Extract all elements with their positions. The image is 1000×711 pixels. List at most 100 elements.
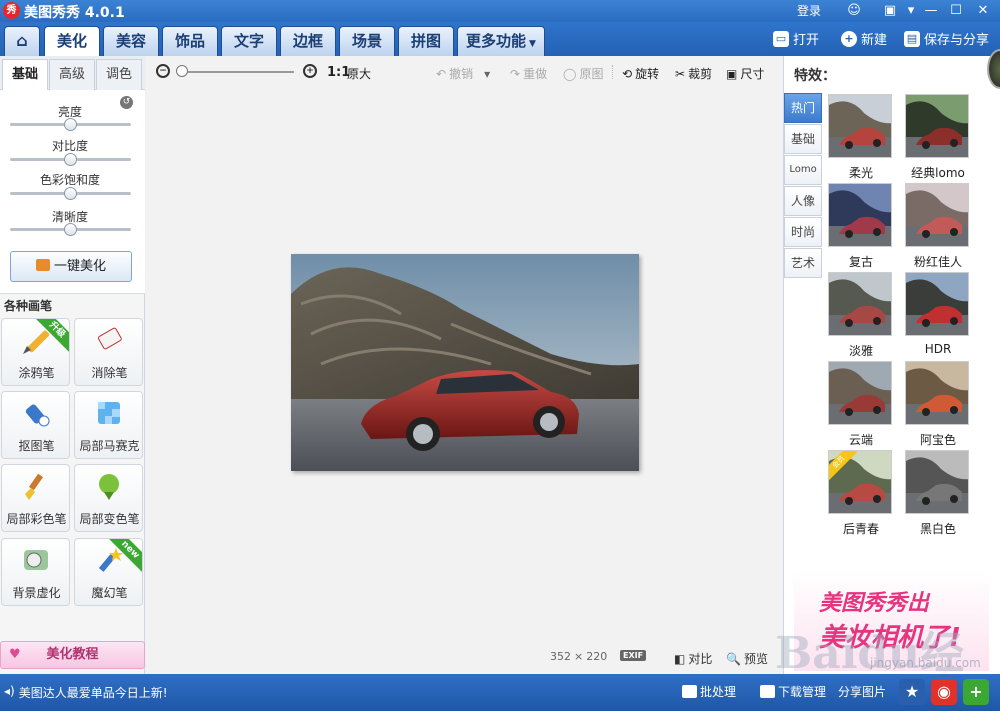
edited-photo[interactable] bbox=[291, 254, 639, 471]
tab-frame[interactable]: 边框 bbox=[280, 26, 336, 56]
brush-mosaic-label: 局部马赛克 bbox=[79, 439, 140, 453]
crop-button[interactable]: ✂ 裁剪 bbox=[675, 65, 712, 82]
login-link[interactable]: 登录 bbox=[797, 2, 821, 19]
brush-eraser[interactable]: 消除笔 bbox=[74, 318, 143, 386]
brightness-knob[interactable] bbox=[63, 118, 77, 131]
feedback-icon[interactable]: ☺ bbox=[845, 2, 863, 20]
effect-item[interactable]: 阿宝色 bbox=[905, 361, 971, 447]
share-image-button[interactable]: 分享图片 bbox=[838, 683, 886, 700]
menu-icon[interactable]: ▣ bbox=[881, 2, 899, 20]
new-button[interactable]: + 新建 bbox=[841, 29, 887, 48]
effect-thumbnail[interactable] bbox=[905, 272, 969, 336]
times-sign: × bbox=[574, 650, 584, 663]
one-key-beautify-button[interactable]: 一键美化 bbox=[10, 251, 132, 282]
add-icon[interactable]: + bbox=[963, 679, 989, 705]
subtab-advanced[interactable]: 高级 bbox=[49, 59, 95, 90]
contrast-knob[interactable] bbox=[63, 153, 77, 166]
beautify-tutorial-button[interactable]: ♥ 美化教程 bbox=[0, 641, 145, 669]
brush-cutout[interactable]: 抠图笔 bbox=[1, 391, 70, 459]
effect-thumbnail[interactable] bbox=[905, 450, 969, 514]
subtab-color[interactable]: 调色 bbox=[96, 59, 142, 90]
zoom-slider[interactable] bbox=[179, 71, 294, 73]
saturation-knob[interactable] bbox=[63, 187, 77, 200]
minimize-icon[interactable]: — bbox=[922, 2, 940, 20]
redo-button[interactable]: ↷ 重做 bbox=[510, 65, 547, 82]
original-button[interactable]: ◯ 原图 bbox=[563, 65, 603, 82]
effect-thumbnail[interactable] bbox=[828, 361, 892, 425]
dropdown-icon[interactable]: ▾ bbox=[902, 2, 920, 20]
tab-text[interactable]: 文字 bbox=[221, 26, 277, 56]
effect-thumbnail[interactable] bbox=[905, 183, 969, 247]
fx-category-art[interactable]: 艺术 bbox=[784, 248, 822, 278]
toolbar-divider bbox=[612, 65, 613, 79]
effect-item[interactable]: HDR bbox=[905, 272, 971, 356]
effect-item[interactable]: 粉红佳人 bbox=[905, 183, 971, 269]
effect-thumbnail[interactable] bbox=[828, 94, 892, 158]
effect-item[interactable]: 经典lomo bbox=[905, 94, 971, 180]
star-icon[interactable]: ★ bbox=[899, 679, 925, 705]
exif-button[interactable]: EXIF bbox=[620, 650, 647, 661]
effect-thumbnail[interactable] bbox=[828, 272, 892, 336]
tab-face[interactable]: 美容 bbox=[103, 26, 159, 56]
rotate-button[interactable]: ⟲ 旋转 bbox=[622, 65, 659, 82]
sharpness-knob[interactable] bbox=[63, 223, 77, 236]
image-dimensions: 352 × 220 bbox=[550, 650, 607, 663]
fx-category-portrait[interactable]: 人像 bbox=[784, 186, 822, 216]
effect-item[interactable]: 柔光 bbox=[828, 94, 894, 180]
folder-icon: ▭ bbox=[773, 30, 789, 47]
compare-button[interactable]: ◧ 对比 bbox=[674, 650, 712, 667]
brush-doodle[interactable]: 升级 涂鸦笔 bbox=[1, 318, 70, 386]
news-ticker[interactable]: ◂) 美图达人最爱单品今日上新! bbox=[4, 684, 168, 701]
undo-dropdown-icon[interactable]: ▾ bbox=[484, 67, 490, 81]
speaker-icon: ◂) bbox=[4, 684, 15, 698]
home-icon: ⌂ bbox=[16, 31, 28, 50]
tab-collage[interactable]: 拼图 bbox=[398, 26, 454, 56]
undo-button[interactable]: ↶ 撤销 ▾ bbox=[436, 65, 490, 82]
tab-more[interactable]: 更多功能 ▼ bbox=[457, 26, 545, 56]
zoom-in-icon[interactable]: + bbox=[303, 64, 317, 78]
effect-item[interactable]: 会员 后青春 bbox=[828, 450, 894, 536]
effect-item[interactable]: 淡雅 bbox=[828, 272, 894, 358]
close-icon[interactable]: ✕ bbox=[974, 2, 992, 20]
fx-category-lomo[interactable]: Lomo bbox=[784, 155, 822, 185]
effect-thumbnail[interactable] bbox=[905, 94, 969, 158]
download-manager-button[interactable]: 下载管理 bbox=[760, 683, 826, 700]
brush-local-color[interactable]: 局部彩色笔 bbox=[1, 464, 70, 532]
open-button[interactable]: ▭ 打开 bbox=[773, 29, 819, 48]
original-size-button[interactable]: 原大 bbox=[347, 65, 371, 82]
preview-button[interactable]: 🔍 预览 bbox=[726, 650, 768, 667]
maximize-icon[interactable]: ☐ bbox=[947, 2, 965, 20]
brush-background-blur[interactable]: 背景虚化 bbox=[1, 538, 70, 606]
effect-thumbnail[interactable]: 会员 bbox=[828, 450, 892, 514]
effect-thumbnail[interactable] bbox=[828, 183, 892, 247]
home-tab[interactable]: ⌂ bbox=[4, 26, 40, 56]
tab-beautify[interactable]: 美化 bbox=[44, 26, 100, 56]
batch-button[interactable]: 批处理 bbox=[682, 683, 736, 700]
brush-local-recolor[interactable]: 局部变色笔 bbox=[74, 464, 143, 532]
resize-button[interactable]: ▣ 尺寸 bbox=[726, 65, 764, 82]
effect-preview-image bbox=[829, 273, 891, 335]
brush-local-recolor-label: 局部变色笔 bbox=[79, 512, 140, 526]
tab-scene[interactable]: 场景 bbox=[339, 26, 395, 56]
weibo-icon[interactable]: ◉ bbox=[931, 679, 957, 705]
fx-category-basic[interactable]: 基础 bbox=[784, 124, 822, 154]
effect-item[interactable]: 黑白色 bbox=[905, 450, 971, 536]
brush-magic[interactable]: new 魔幻笔 bbox=[74, 538, 143, 606]
effect-thumbnail[interactable] bbox=[905, 361, 969, 425]
effect-preview-image bbox=[829, 362, 891, 424]
main-menu-bar: ⌂ 美化 美容 饰品 文字 边框 场景 拼图 更多功能 ▼ ▭ 打开 + 新建 ▤ 保存… bbox=[0, 22, 1000, 56]
tab-decoration[interactable]: 饰品 bbox=[162, 26, 218, 56]
fx-category-fashion[interactable]: 时尚 bbox=[784, 217, 822, 247]
effect-item[interactable]: 云端 bbox=[828, 361, 894, 447]
zoom-out-icon[interactable]: − bbox=[156, 64, 170, 78]
original-label: 原图 bbox=[579, 67, 604, 81]
fx-category-hot[interactable]: 热门 bbox=[784, 93, 822, 123]
tutorial-label: 美化教程 bbox=[46, 647, 99, 662]
save-share-button[interactable]: ▤ 保存与分享 bbox=[904, 29, 989, 48]
effect-item[interactable]: 复古 bbox=[828, 183, 894, 269]
save-share-label: 保存与分享 bbox=[924, 33, 990, 48]
zoom-knob[interactable] bbox=[176, 65, 188, 77]
brush-mosaic[interactable]: 局部马赛克 bbox=[74, 391, 143, 459]
subtab-basic[interactable]: 基础 bbox=[2, 59, 48, 90]
bottom-bar: ◂) 美图达人最爱单品今日上新! 批处理 下载管理 分享图片 ★ ◉ + bbox=[0, 674, 1000, 711]
